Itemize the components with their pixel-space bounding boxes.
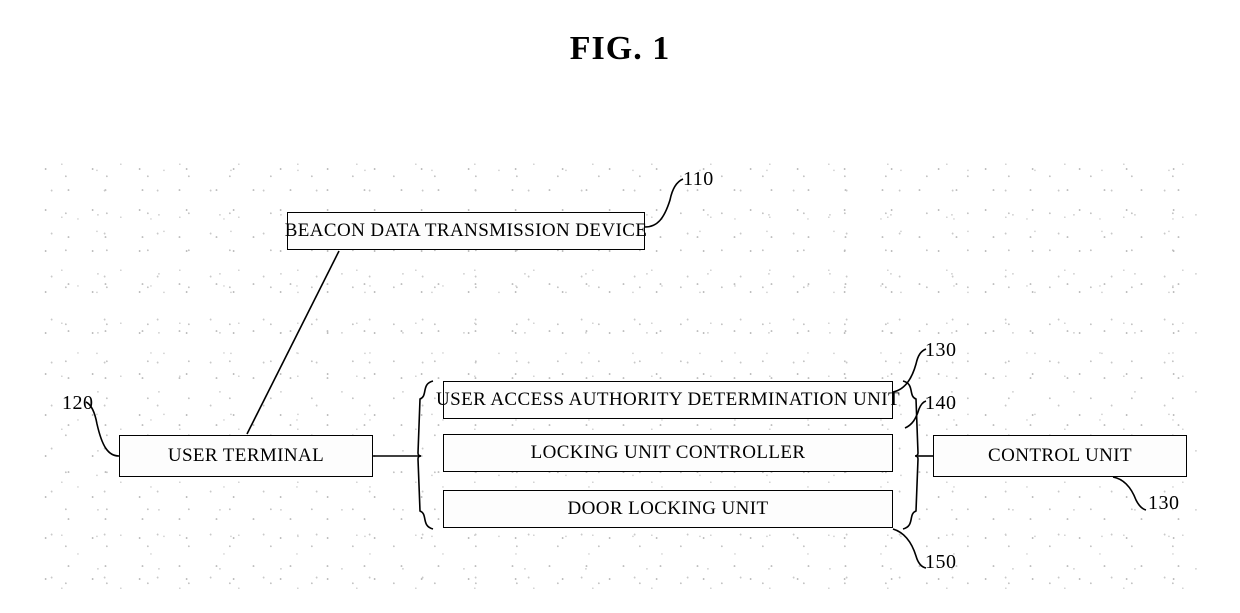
block-user-terminal[interactable]: USER TERMINAL [119,435,373,477]
connector-beacon-to-terminal [246,250,340,435]
block-control-unit[interactable]: CONTROL UNIT [933,435,1187,477]
reference-numeral-110: 110 [683,168,714,190]
reference-numeral-130-bottom: 130 [1148,492,1180,514]
block-user-access-authority-determination-unit[interactable]: USER ACCESS AUTHORITY DETERMINATION UNIT [436,381,900,419]
block-label: LOCKING UNIT CONTROLLER [530,442,806,463]
brace-left [417,380,434,530]
block-locking-unit-controller[interactable]: LOCKING UNIT CONTROLLER [443,434,893,472]
reference-numeral-140: 140 [925,392,957,414]
leader-150 [892,528,927,569]
block-label: USER TERMINAL [167,445,325,466]
reference-numeral-130-top: 130 [925,339,957,361]
brace-right [902,380,919,530]
block-beacon-data-transmission-device[interactable]: BEACON DATA TRANSMISSION DEVICE [284,212,648,250]
block-label: CONTROL UNIT [988,445,1132,466]
reference-numeral-150: 150 [925,551,957,573]
block-door-locking-unit[interactable]: DOOR LOCKING UNIT [443,490,893,528]
leader-110 [644,178,684,228]
reference-numeral-120: 120 [62,392,94,414]
leader-130-bottom [1112,476,1147,511]
figure-root: FIG. 1 BEACON DATA TRANSMISSION DEVICE U… [0,0,1240,613]
block-label: BEACON DATA TRANSMISSION DEVICE [284,220,648,241]
block-label: USER ACCESS AUTHORITY DETERMINATION UNIT [436,389,900,410]
block-label: DOOR LOCKING UNIT [567,498,769,519]
